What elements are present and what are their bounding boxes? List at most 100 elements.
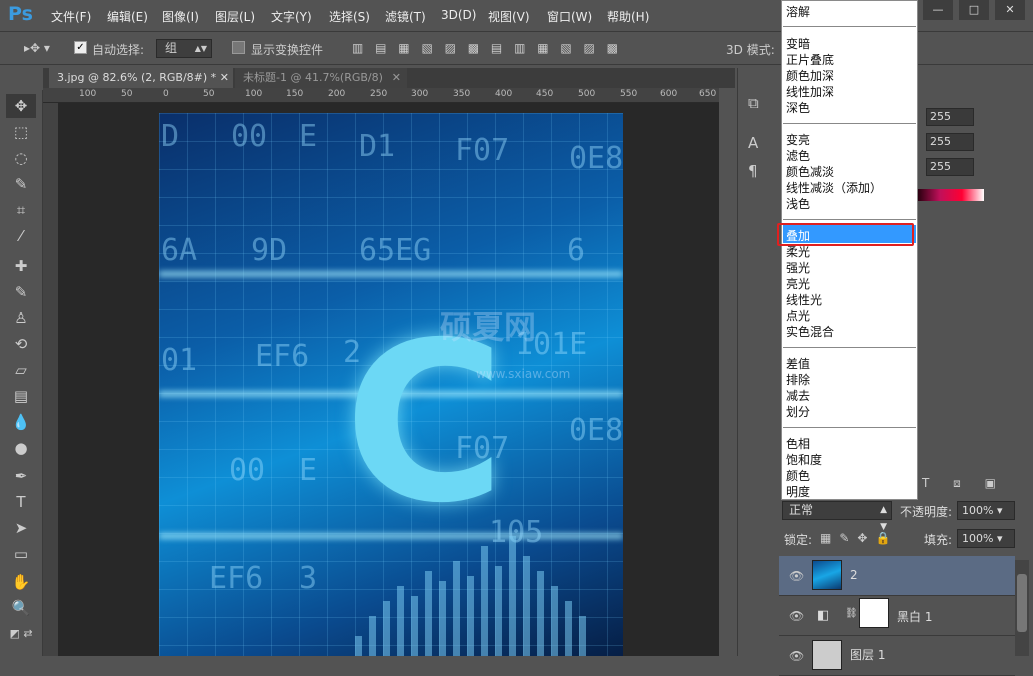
dodge-tool-icon[interactable]: ● — [6, 436, 36, 460]
blend-option[interactable]: 浅色 — [786, 195, 810, 212]
move-tool-icon[interactable]: ▸✥ ▾ — [24, 41, 50, 55]
opacity-input[interactable]: 100% ▾ — [957, 501, 1015, 520]
blend-option[interactable]: 深色 — [786, 99, 810, 116]
blend-option[interactable]: 颜色加深 — [786, 67, 834, 84]
blend-option[interactable]: 线性光 — [786, 291, 822, 308]
blend-option[interactable]: 点光 — [786, 307, 810, 324]
menu-edit[interactable]: 编辑(E) — [107, 8, 148, 25]
eye-icon[interactable]: 👁 — [789, 609, 804, 623]
shape-tool-icon[interactable]: ▭ — [6, 542, 36, 566]
blend-option[interactable]: 饱和度 — [786, 451, 822, 468]
color-swap-icon[interactable]: ◩ ⇄ — [6, 622, 36, 646]
blend-option[interactable]: 实色混合 — [786, 323, 834, 340]
stamp-tool-icon[interactable]: ♙ — [6, 306, 36, 330]
layer-row[interactable]: 👁 ◧ ⛓ 黑白 1 — [779, 596, 1015, 636]
blend-option[interactable]: 滤色 — [786, 147, 810, 164]
layer-row[interactable]: 👁 图层 1 — [779, 636, 1015, 676]
blend-option[interactable]: 减去 — [786, 387, 810, 404]
healing-brush-icon[interactable]: ✚ — [6, 254, 36, 278]
tab-close-icon[interactable]: ✕ — [220, 68, 229, 88]
quick-select-icon[interactable]: ✎ — [6, 172, 36, 196]
tab-untitled[interactable]: 未标题-1 @ 41.7%(RGB/8) ✕ — [235, 68, 407, 88]
menu-select[interactable]: 选择(S) — [329, 8, 370, 25]
menu-file[interactable]: 文件(F) — [51, 8, 91, 25]
maximize-icon[interactable]: □ — [959, 0, 989, 20]
character-panel-icon[interactable]: A — [748, 134, 758, 152]
blend-option[interactable]: 溶解 — [786, 3, 810, 20]
menu-image[interactable]: 图像(I) — [162, 8, 199, 25]
blend-option[interactable]: 亮光 — [786, 275, 810, 292]
hand-tool-icon[interactable]: ✋ — [6, 570, 36, 594]
blend-option[interactable]: 色相 — [786, 435, 810, 452]
crop-tool-icon[interactable]: ⌗ — [6, 198, 36, 222]
blend-mode-menu: 溶解 变暗 正片叠底 颜色加深 线性加深 深色 变亮 滤色 颜色减淡 线性减淡（… — [781, 0, 918, 500]
eye-icon[interactable]: 👁 — [789, 649, 804, 663]
brush-tool-icon[interactable]: ✎ — [6, 280, 36, 304]
fill-input[interactable]: 100% ▾ — [957, 529, 1015, 548]
tab-close-icon[interactable]: ✕ — [392, 68, 401, 88]
blend-option[interactable]: 颜色 — [786, 467, 810, 484]
ruler-tick: 50 — [121, 89, 133, 99]
blend-option[interactable]: 线性减淡（添加） — [786, 179, 882, 196]
history-panel-icon[interactable]: ⧉ — [748, 94, 759, 112]
lasso-tool-icon[interactable]: ◌ — [6, 146, 36, 170]
menu-window[interactable]: 窗口(W) — [547, 8, 592, 25]
code-text: 6A — [161, 233, 198, 268]
canvas-area[interactable]: D 00 E D1 F07 0E8 6A 9D 65EG 6 01 EF6 2 … — [58, 103, 719, 656]
type-tool-icon[interactable]: T — [6, 490, 36, 514]
3d-mode-label: 3D 模式: — [726, 43, 775, 57]
close-icon[interactable]: ✕ — [995, 0, 1025, 20]
blend-option[interactable]: 正片叠底 — [786, 51, 834, 68]
align-icons[interactable]: ▥ ▤ ▦ ▧ ▨ ▩ ▤ ▥ ▦ ▧ ▨ ▩ — [352, 41, 622, 55]
blend-option[interactable]: 差值 — [786, 355, 810, 372]
color-ramp[interactable] — [918, 189, 984, 201]
color-b-value[interactable]: 255 — [926, 158, 974, 176]
blend-mode-dropdown[interactable]: 正常 ▲ ▼ — [782, 501, 892, 532]
history-brush-icon[interactable]: ⟲ — [6, 332, 36, 356]
menu-separator — [783, 427, 916, 428]
eye-icon[interactable]: 👁 — [789, 569, 804, 583]
auto-select-dropdown[interactable]: 组 ▲▼ — [156, 39, 212, 58]
blur-tool-icon[interactable]: 💧 — [6, 410, 36, 434]
code-text: 01 — [161, 343, 198, 378]
pen-tool-icon[interactable]: ✒ — [6, 464, 36, 488]
paragraph-panel-icon[interactable]: ¶ — [748, 162, 758, 180]
menu-layer[interactable]: 图层(L) — [215, 8, 255, 25]
ruler-tick: 550 — [620, 89, 638, 99]
zoom-tool-icon[interactable]: 🔍 — [6, 596, 36, 620]
layer-filter-icons[interactable]: T ⧈ ▣ — [922, 476, 1006, 491]
document-image[interactable]: D 00 E D1 F07 0E8 6A 9D 65EG 6 01 EF6 2 … — [159, 113, 623, 656]
menu-view[interactable]: 视图(V) — [488, 8, 530, 25]
menu-3d[interactable]: 3D(D) — [441, 8, 476, 22]
blend-option[interactable]: 强光 — [786, 259, 810, 276]
path-select-icon[interactable]: ➤ — [6, 516, 36, 540]
scrollbar-thumb[interactable] — [1017, 574, 1027, 632]
layers-scrollbar[interactable] — [1015, 560, 1029, 656]
blend-option[interactable]: 排除 — [786, 371, 810, 388]
blend-option[interactable]: 划分 — [786, 403, 810, 420]
gradient-tool-icon[interactable]: ▤ — [6, 384, 36, 408]
show-transform-checkbox[interactable] — [232, 41, 245, 54]
eraser-tool-icon[interactable]: ▱ — [6, 358, 36, 382]
blend-option[interactable]: 颜色减淡 — [786, 163, 834, 180]
code-text: 00 — [231, 119, 268, 154]
code-text: 9D — [251, 233, 288, 268]
layer-row[interactable]: 👁 2 — [779, 556, 1015, 596]
minimize-icon[interactable]: — — [923, 0, 953, 20]
color-g-value[interactable]: 255 — [926, 133, 974, 151]
blend-option[interactable]: 线性加深 — [786, 83, 834, 100]
tab-3jpg[interactable]: 3.jpg @ 82.6% (2, RGB/8#) * ✕ — [49, 68, 233, 88]
auto-select-checkbox[interactable]: ✓ — [74, 41, 87, 54]
menu-type[interactable]: 文字(Y) — [271, 8, 312, 25]
bar — [579, 616, 586, 656]
blend-option[interactable]: 变暗 — [786, 35, 810, 52]
color-r-value[interactable]: 255 — [926, 108, 974, 126]
menu-filter[interactable]: 滤镜(T) — [385, 8, 426, 25]
blend-option[interactable]: 变亮 — [786, 131, 810, 148]
move-tool-icon[interactable]: ✥ — [6, 94, 36, 118]
marquee-tool-icon[interactable]: ⬚ — [6, 120, 36, 144]
lock-icons[interactable]: ▦✎✥🔒 — [820, 531, 898, 545]
menu-help[interactable]: 帮助(H) — [607, 8, 649, 25]
eyedropper-icon[interactable]: ⁄ — [6, 224, 36, 248]
blend-option[interactable]: 明度 — [786, 483, 810, 499]
